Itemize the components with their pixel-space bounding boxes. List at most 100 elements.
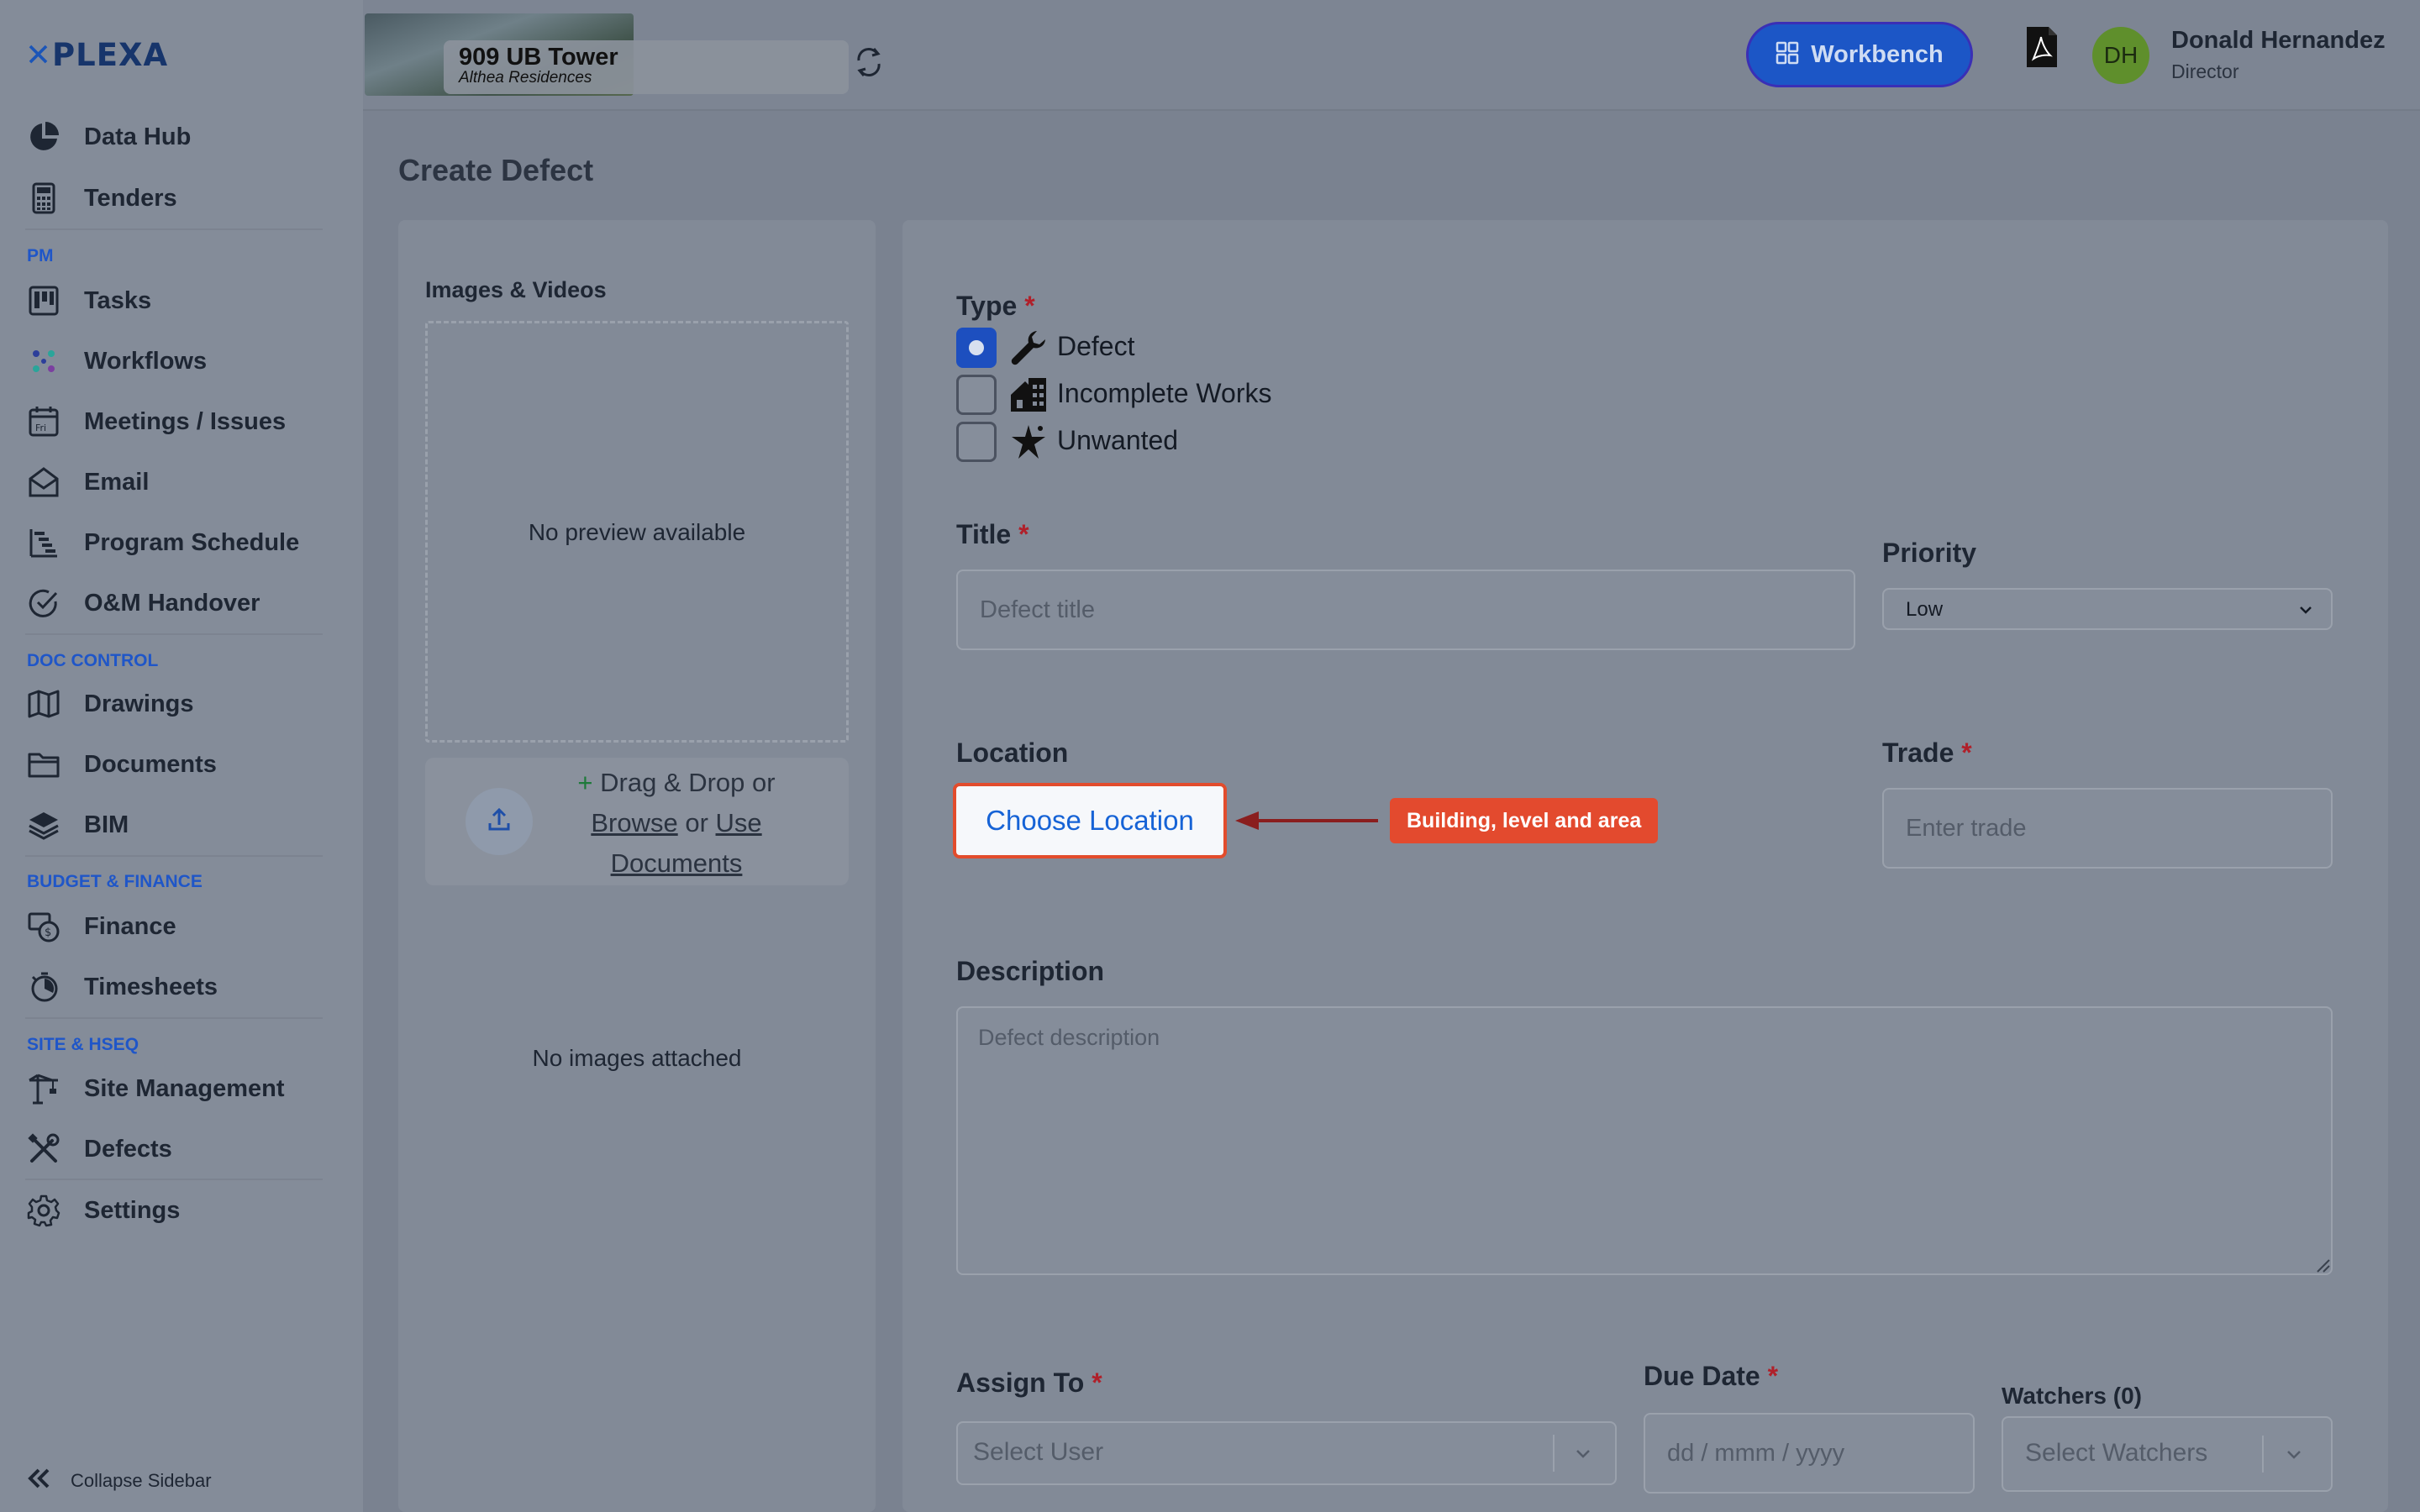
sidebar-item-label: Workflows [84, 347, 208, 375]
sidebar-item-label: Program Schedule [84, 528, 300, 556]
due-date-placeholder: dd / mmm / yyyy [1667, 1440, 1845, 1467]
refresh-icon[interactable] [852, 44, 886, 81]
double-chevron-left-icon [25, 1465, 52, 1496]
workbench-button[interactable]: Workbench [1746, 22, 1973, 87]
sidebar-item-label: Timesheets [84, 973, 218, 1000]
sidebar-item-site-management[interactable]: Site Management [25, 1065, 328, 1112]
assign-to-label-text: Assign To [956, 1368, 1085, 1398]
priority-label: Priority [1882, 538, 1977, 568]
sidebar-item-timesheets[interactable]: Timesheets [25, 963, 328, 1011]
collapse-sidebar-button[interactable]: Collapse Sidebar [25, 1465, 212, 1496]
sidebar-item-label: Settings [84, 1196, 181, 1224]
sidebar-item-drawings[interactable]: Drawings [25, 680, 328, 727]
required-mark: * [1024, 291, 1035, 321]
stopwatch-icon [25, 969, 62, 1005]
sidebar-item-program-schedule[interactable]: Program Schedule [25, 519, 328, 566]
pie-chart-icon [25, 118, 62, 155]
upload-button[interactable] [466, 788, 533, 855]
avatar[interactable]: DH [2092, 27, 2149, 84]
choose-location-button[interactable]: Choose Location [953, 783, 1227, 858]
sidebar-item-data-hub[interactable]: Data Hub [25, 113, 328, 160]
no-images-text: No images attached [532, 1045, 742, 1071]
documents-text: Documents [610, 848, 743, 878]
resize-handle-icon[interactable] [2314, 1257, 2331, 1273]
sidebar-item-tenders[interactable]: Tenders [25, 175, 328, 222]
section-doc-control: DOC CONTROL [27, 651, 159, 670]
type-unwanted-label: Unwanted [1057, 425, 1179, 455]
chevron-down-icon [2284, 1444, 2304, 1464]
sidebar-item-meetings-issues[interactable]: Fri Meetings / Issues [25, 398, 328, 445]
sidebar-item-bim[interactable]: BIM [25, 801, 328, 848]
description-label: Description [956, 956, 1105, 986]
folder-icon [25, 746, 62, 783]
type-label-text: Type [956, 291, 1018, 321]
description-textarea[interactable] [956, 1006, 2333, 1275]
due-date-label-text: Due Date [1644, 1361, 1760, 1391]
gear-icon [25, 1192, 62, 1229]
sidebar-item-defects[interactable]: Defects [25, 1126, 328, 1173]
assign-to-label: Assign To * [956, 1368, 1102, 1399]
sidebar-item-email[interactable]: Email [25, 459, 328, 506]
use-text: Use [715, 808, 762, 837]
type-incomplete-works-label: Incomplete Works [1057, 378, 1272, 408]
app-logo[interactable]: ✕PLEXA [25, 37, 168, 73]
or-text: or [685, 808, 708, 837]
svg-text:$: $ [45, 927, 51, 939]
sidebar-item-finance[interactable]: $ Finance [25, 903, 328, 950]
type-label: Type * [956, 291, 1035, 322]
choose-location-label: Choose Location [986, 805, 1194, 836]
trade-label: Trade * [1882, 738, 1972, 769]
sidebar-item-label: Tasks [84, 286, 152, 314]
sidebar-item-label: Finance [84, 912, 176, 940]
map-icon [25, 685, 62, 722]
browse-link[interactable]: Browse [591, 808, 677, 837]
type-defect-checkbox[interactable] [956, 328, 997, 368]
plus-icon: + [577, 768, 593, 797]
sidebar-item-documents[interactable]: Documents [25, 741, 328, 788]
workflow-icon [25, 343, 62, 380]
required-mark: * [1961, 738, 1972, 768]
watchers-placeholder: Select Watchers [2025, 1439, 2208, 1467]
sidebar-item-tasks[interactable]: Tasks [25, 277, 328, 324]
check-circle-icon [25, 585, 62, 622]
media-label: Images & Videos [425, 277, 607, 302]
required-mark: * [1092, 1368, 1102, 1398]
chevron-down-icon [1573, 1443, 1593, 1463]
select-separator [1553, 1435, 1555, 1472]
kanban-icon [25, 282, 62, 319]
required-mark: * [1767, 1361, 1779, 1391]
priority-select[interactable] [1882, 588, 2333, 630]
type-incomplete-works-checkbox[interactable] [956, 375, 997, 415]
calendar-icon: Fri [25, 403, 62, 440]
sidebar-item-label: Meetings / Issues [84, 407, 287, 435]
watchers-label: Watchers (0) [2002, 1383, 2143, 1409]
svg-text:Fri: Fri [35, 423, 46, 433]
trade-placeholder: Enter trade [1906, 815, 2027, 842]
sidebar-item-label: O&M Handover [84, 589, 260, 617]
drop-text: Drag & Drop or [600, 768, 776, 797]
divider [25, 855, 323, 857]
section-site-hseq: SITE & HSEQ [27, 1035, 139, 1054]
type-unwanted-checkbox[interactable] [956, 422, 997, 462]
tools-icon [25, 1131, 62, 1168]
sidebar-item-label: Defects [84, 1135, 172, 1163]
type-defect-label: Defect [1057, 331, 1135, 361]
user-name: Donald Hernandez [2171, 27, 2386, 54]
sidebar-item-workflows[interactable]: Workflows [25, 338, 328, 385]
layers-icon [25, 806, 62, 843]
title-label-text: Title [956, 519, 1012, 549]
sidebar-item-label: BIM [84, 811, 129, 838]
select-separator [2262, 1436, 2264, 1473]
crane-icon [25, 1070, 62, 1107]
pdf-icon[interactable] [2025, 25, 2059, 69]
priority-value: Low [1906, 598, 1944, 621]
gantt-icon [25, 524, 62, 561]
sidebar-item-label: Data Hub [84, 123, 192, 150]
divider [25, 1179, 323, 1180]
trade-label-text: Trade [1882, 738, 1954, 768]
sidebar-item-label: Site Management [84, 1074, 285, 1102]
sidebar-item-settings[interactable]: Settings [25, 1187, 328, 1234]
sidebar-item-om-handover[interactable]: O&M Handover [25, 580, 328, 627]
divider [25, 228, 323, 230]
dropzone-text: + Drag & Drop or Browse or Use Documents [555, 763, 798, 884]
